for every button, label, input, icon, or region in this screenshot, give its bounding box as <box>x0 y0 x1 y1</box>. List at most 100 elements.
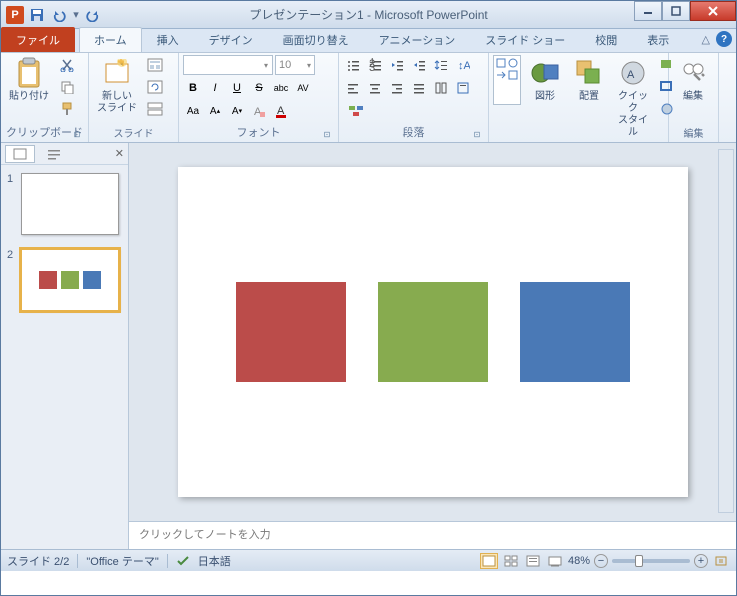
app-menu[interactable]: P <box>5 5 25 25</box>
minimize-button[interactable] <box>634 1 662 21</box>
shapes-gallery[interactable] <box>493 55 521 105</box>
zoom-out-button[interactable]: − <box>594 554 608 568</box>
zoom-slider[interactable] <box>612 559 690 563</box>
slide-thumbnail-1[interactable]: 1 <box>7 173 122 235</box>
tab-animations[interactable]: アニメーション <box>364 27 471 52</box>
dialog-launcher-icon[interactable]: ⊡ <box>322 130 332 140</box>
svg-text:A: A <box>627 69 635 81</box>
workspace: ✕ 1 2 <box>1 143 736 549</box>
grow-font-button[interactable]: A▴ <box>205 101 225 121</box>
arrange-icon <box>573 57 605 89</box>
strikethrough-button[interactable]: S <box>249 78 269 98</box>
bold-button[interactable]: B <box>183 78 203 98</box>
shape-rectangle-green[interactable] <box>378 282 488 382</box>
slide-thumbnail-2[interactable]: 2 <box>7 249 122 311</box>
outline-tab[interactable] <box>39 145 69 163</box>
change-case-button[interactable]: Aa <box>183 101 203 121</box>
save-icon[interactable] <box>27 5 47 25</box>
help-icon[interactable]: ? <box>716 31 732 47</box>
paragraph-group-label: 段落⊡ <box>343 123 484 142</box>
format-painter-icon[interactable] <box>57 99 77 119</box>
slides-panel: ✕ 1 2 <box>1 143 129 549</box>
bullets-button[interactable] <box>343 55 363 75</box>
numbering-button[interactable]: 123 <box>365 55 385 75</box>
sorter-view-button[interactable] <box>502 553 520 569</box>
quick-styles-button[interactable]: A クイック スタイル <box>613 55 653 141</box>
align-text-button[interactable] <box>453 78 473 98</box>
align-left-button[interactable] <box>343 78 363 98</box>
spellcheck-icon[interactable] <box>176 554 190 568</box>
zoom-in-button[interactable]: + <box>694 554 708 568</box>
new-slide-icon <box>101 57 133 89</box>
shape-rectangle-red[interactable] <box>236 282 346 382</box>
tab-file[interactable]: ファイル <box>1 27 75 52</box>
cut-icon[interactable] <box>57 55 77 75</box>
close-button[interactable] <box>690 1 736 21</box>
increase-indent-button[interactable] <box>409 55 429 75</box>
tab-transitions[interactable]: 画面切り替え <box>268 27 364 52</box>
slide-canvas[interactable] <box>129 143 736 521</box>
paste-button[interactable]: 貼り付け <box>5 55 53 105</box>
window-controls <box>634 1 736 21</box>
dialog-launcher-icon[interactable]: ⊡ <box>72 130 82 140</box>
title-bar: P ▾ プレゼンテーション1 - Microsoft PowerPoint <box>1 1 736 29</box>
redo-icon[interactable] <box>83 5 103 25</box>
font-color-button[interactable]: A <box>271 101 291 121</box>
minimize-ribbon-icon[interactable]: △ <box>702 33 710 46</box>
tab-design[interactable]: デザイン <box>194 27 268 52</box>
shapes-button[interactable]: 図形 <box>525 55 565 105</box>
font-size-combo[interactable]: 10▾ <box>275 55 315 75</box>
align-center-button[interactable] <box>365 78 385 98</box>
maximize-button[interactable] <box>662 1 690 21</box>
quick-access-toolbar: P ▾ <box>1 5 103 25</box>
tab-review[interactable]: 校閲 <box>580 27 632 52</box>
zoom-level[interactable]: 48% <box>568 555 590 567</box>
arrange-button[interactable]: 配置 <box>569 55 609 105</box>
reset-icon[interactable] <box>145 77 165 97</box>
tab-insert[interactable]: 挿入 <box>142 27 194 52</box>
dialog-launcher-icon[interactable]: ⊡ <box>472 130 482 140</box>
clipboard-group-label: クリップボード⊡ <box>5 123 84 142</box>
new-slide-button[interactable]: 新しい スライド <box>93 55 141 117</box>
character-spacing-button[interactable]: AV <box>293 78 313 98</box>
paste-label: 貼り付け <box>9 91 49 103</box>
reading-view-button[interactable] <box>524 553 542 569</box>
normal-view-button[interactable] <box>480 553 498 569</box>
section-icon[interactable] <box>145 99 165 119</box>
fit-to-window-button[interactable] <box>712 553 730 569</box>
font-combo[interactable]: ▾ <box>183 55 273 75</box>
justify-button[interactable] <box>409 78 429 98</box>
copy-icon[interactable] <box>57 77 77 97</box>
clear-formatting-button[interactable]: A <box>249 101 269 121</box>
editing-group-label: 編集 <box>673 124 714 142</box>
italic-button[interactable]: I <box>205 78 225 98</box>
notes-pane[interactable]: クリックしてノートを入力 <box>129 521 736 549</box>
editing-button[interactable]: 編集 <box>673 55 713 105</box>
shadow-button[interactable]: abc <box>271 78 291 98</box>
tab-slideshow[interactable]: スライド ショー <box>470 27 580 52</box>
layout-icon[interactable] <box>145 55 165 75</box>
qat-dropdown-icon[interactable]: ▾ <box>71 5 81 25</box>
thumbnails-tab[interactable] <box>5 145 35 163</box>
undo-icon[interactable] <box>49 5 69 25</box>
shapes-icon <box>529 57 561 89</box>
clipboard-icon <box>13 57 45 89</box>
align-right-button[interactable] <box>387 78 407 98</box>
new-slide-label: 新しい スライド <box>97 91 137 115</box>
quick-styles-icon: A <box>617 57 649 89</box>
text-direction-button[interactable]: ↕A <box>453 55 473 75</box>
tab-view[interactable]: 表示 <box>632 27 684 52</box>
shrink-font-button[interactable]: A▾ <box>227 101 247 121</box>
tab-home[interactable]: ホーム <box>79 27 142 52</box>
vertical-scrollbar[interactable] <box>718 149 734 513</box>
line-spacing-button[interactable] <box>431 55 451 75</box>
shape-rectangle-blue[interactable] <box>520 282 630 382</box>
slideshow-view-button[interactable] <box>546 553 564 569</box>
convert-smartart-button[interactable] <box>343 101 369 121</box>
panel-close-icon[interactable]: ✕ <box>115 147 124 160</box>
columns-button[interactable] <box>431 78 451 98</box>
decrease-indent-button[interactable] <box>387 55 407 75</box>
slides-group-label: スライド <box>93 124 174 142</box>
underline-button[interactable]: U <box>227 78 247 98</box>
language[interactable]: 日本語 <box>198 553 231 569</box>
